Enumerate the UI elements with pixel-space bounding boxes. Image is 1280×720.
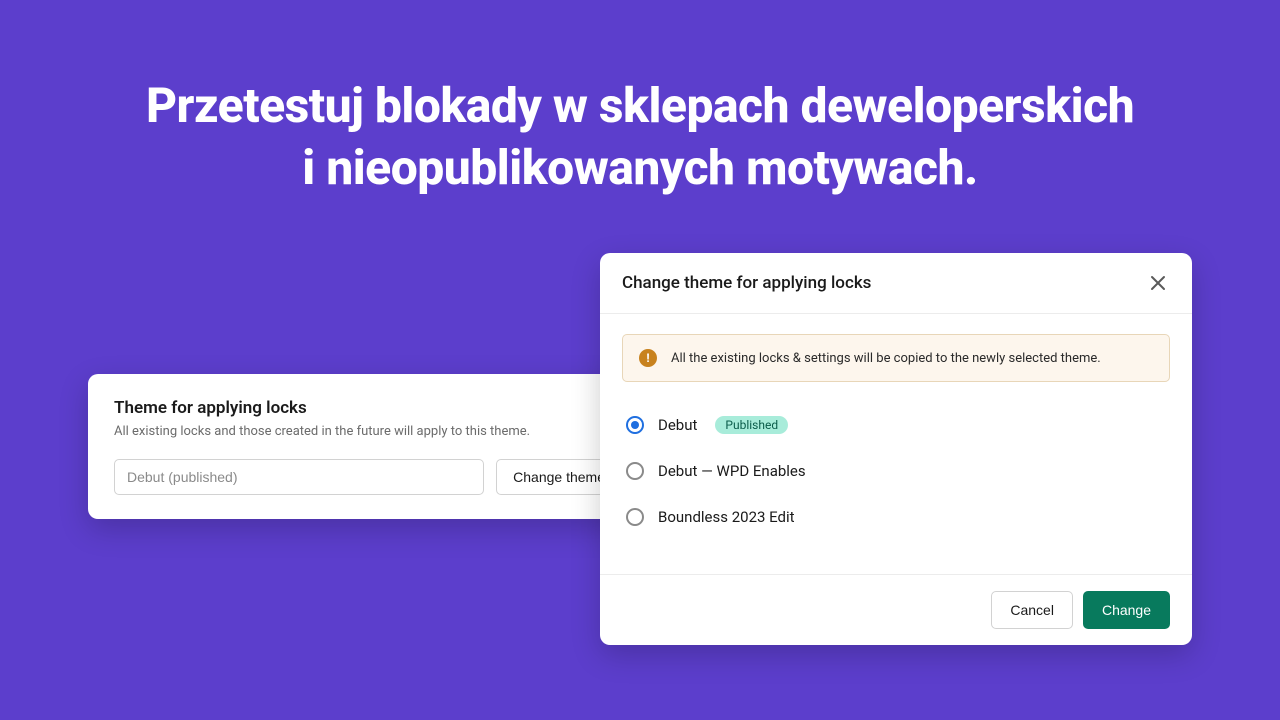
card-title: Theme for applying locks: [114, 398, 622, 418]
close-icon: [1150, 275, 1166, 291]
modal-header: Change theme for applying locks: [600, 253, 1192, 314]
modal-body: ! All the existing locks & settings will…: [600, 314, 1192, 550]
radio-input[interactable]: [626, 508, 644, 526]
radio-label: Debut — WPD Enables: [658, 462, 806, 480]
field-row: Change theme: [114, 459, 622, 495]
theme-input[interactable]: [114, 459, 484, 495]
hero-title: Przetestuj blokady w sklepach dewelopers…: [0, 0, 1280, 200]
close-button[interactable]: [1146, 271, 1170, 295]
hero-title-line1: Przetestuj blokady w sklepach dewelopers…: [146, 77, 1134, 134]
alert-text: All the existing locks & settings will b…: [671, 351, 1101, 366]
cancel-button[interactable]: Cancel: [991, 591, 1073, 629]
radio-label: Boundless 2023 Edit: [658, 508, 795, 526]
warning-alert: ! All the existing locks & settings will…: [622, 334, 1170, 382]
theme-option-debut-wpd[interactable]: Debut — WPD Enables: [622, 448, 1170, 494]
radio-input[interactable]: [626, 416, 644, 434]
change-theme-modal: Change theme for applying locks ! All th…: [600, 253, 1192, 645]
radio-input[interactable]: [626, 462, 644, 480]
published-badge: Published: [715, 416, 788, 434]
theme-option-debut[interactable]: Debut Published: [622, 402, 1170, 448]
modal-footer: Cancel Change: [600, 574, 1192, 645]
warning-icon: !: [639, 349, 657, 367]
modal-title: Change theme for applying locks: [622, 273, 871, 293]
theme-settings-card: Theme for applying locks All existing lo…: [88, 374, 648, 519]
change-button[interactable]: Change: [1083, 591, 1170, 629]
card-description: All existing locks and those created in …: [114, 424, 622, 439]
theme-radio-list: Debut Published Debut — WPD Enables Boun…: [622, 402, 1170, 540]
hero-title-line2: i nieopublikowanych motywach.: [302, 139, 977, 196]
radio-label: Debut: [658, 416, 697, 434]
theme-option-boundless[interactable]: Boundless 2023 Edit: [622, 494, 1170, 540]
